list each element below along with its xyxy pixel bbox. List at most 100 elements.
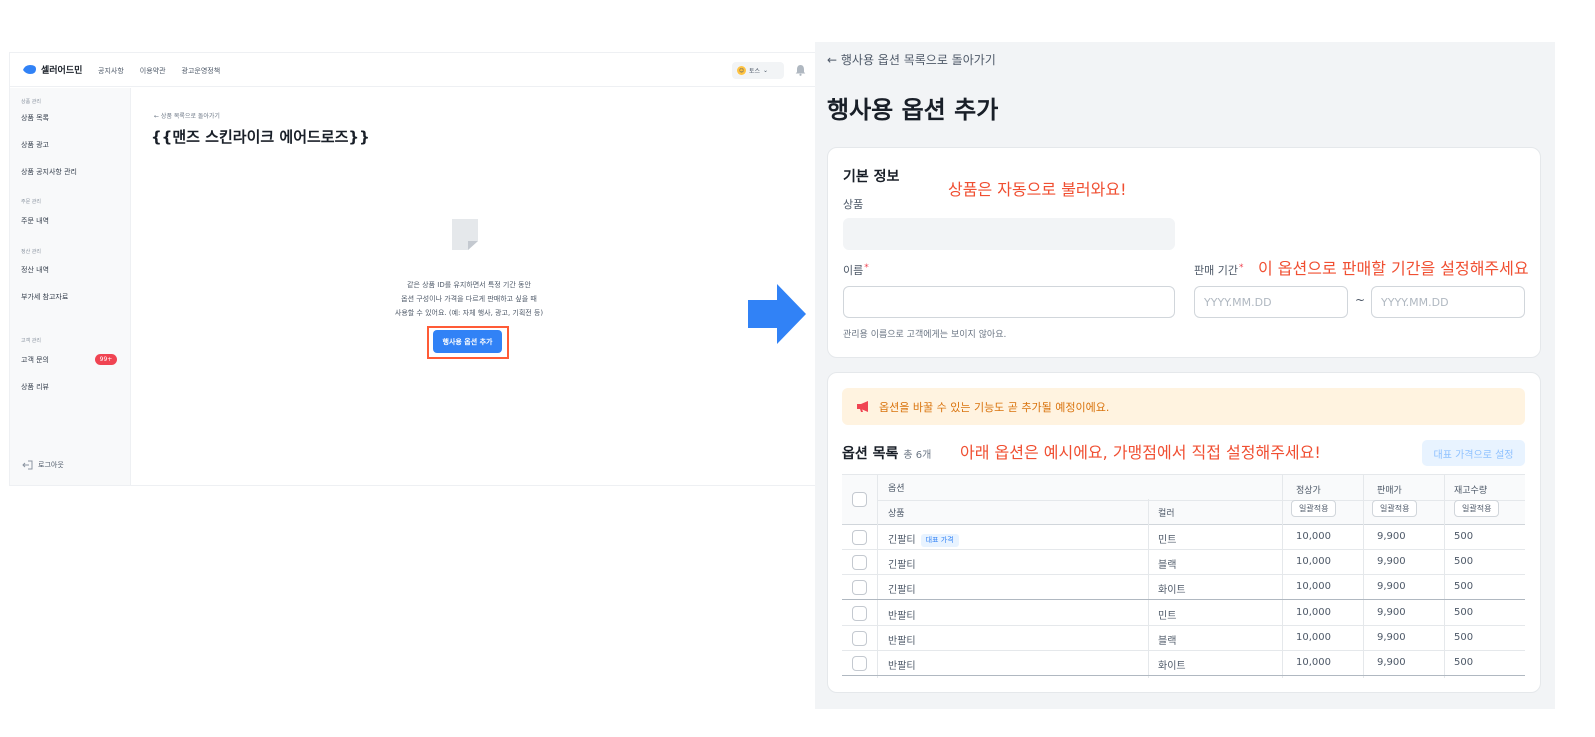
product-name: 긴팔티 <box>888 535 916 546</box>
name-input[interactable] <box>843 286 1175 318</box>
sidebar-item-orders[interactable]: 주문 내역 <box>21 216 49 226</box>
add-event-option-button[interactable]: 행사용 옵션 추가 <box>433 330 502 353</box>
table-header: 옵션 상품 컬러 정상가 일괄적용 판매가 일괄적용 재고수량 일괄적용 <box>842 474 1525 525</box>
sidebar-item-settlement[interactable]: 정산 내역 <box>21 265 49 275</box>
arrow-right-icon <box>748 284 806 344</box>
sidebar-group-product: 상품 관리 <box>21 99 41 105</box>
table-row: 반팔티 블랙 10,000 9,900 500 <box>842 626 1525 651</box>
annotation-period: 이 옵션으로 판매할 기간을 설정해주세요 <box>1258 259 1529 278</box>
table-row: 반팔티 민트 10,000 9,900 500 <box>842 601 1525 626</box>
row-checkbox[interactable] <box>852 555 867 570</box>
cell-regular-price[interactable]: 10,000 <box>1296 556 1331 567</box>
cell-sale-price[interactable]: 9,900 <box>1377 581 1406 592</box>
annotation-product-auto: 상품은 자동으로 불러와요! <box>948 180 1127 199</box>
bulk-apply-sale-button[interactable]: 일괄적용 <box>1372 500 1418 517</box>
start-date-input[interactable]: YYYY.MM.DD <box>1194 286 1348 318</box>
representative-price-tag: 대표 가격 <box>920 534 959 547</box>
nav-ad-policy[interactable]: 광고운영정책 <box>182 66 221 76</box>
cell-product: 반팔티 <box>888 661 916 672</box>
logo-icon <box>23 65 36 74</box>
basic-info-heading: 기본 정보 <box>843 169 900 185</box>
header-divider <box>877 500 1525 501</box>
cell-stock[interactable]: 500 <box>1454 632 1473 643</box>
logout-icon <box>22 460 33 470</box>
alert-text: 옵션을 바꿀 수 있는 기능도 곧 추가될 예정이에요. <box>879 400 1110 414</box>
header-regular-price: 정상가 <box>1296 486 1321 496</box>
row-checkbox[interactable] <box>852 580 867 595</box>
user-avatar: ☺ <box>737 66 746 75</box>
row-checkbox[interactable] <box>852 530 867 545</box>
cell-product: 긴팔티 <box>888 560 916 571</box>
cell-sale-price[interactable]: 9,900 <box>1377 632 1406 643</box>
nav-notice[interactable]: 공지사항 <box>98 66 124 76</box>
cell-regular-price[interactable]: 10,000 <box>1296 657 1331 668</box>
cell-sale-price[interactable]: 9,900 <box>1377 556 1406 567</box>
sidebar-item-product-list[interactable]: 상품 목록 <box>21 113 49 123</box>
seller-admin-screen: 셀러어드민 공지사항 이용약관 광고운영정책 ☺ 토스 ⌄ 상품 관리 상품 목… <box>9 52 817 486</box>
top-nav: 공지사항 이용약관 광고운영정책 <box>98 66 220 76</box>
set-representative-price-button[interactable]: 대표 가격으로 설정 <box>1422 440 1525 466</box>
bell-icon[interactable] <box>795 64 806 76</box>
cell-color: 화이트 <box>1158 661 1186 672</box>
product-field <box>843 218 1175 250</box>
cell-stock[interactable]: 500 <box>1454 657 1473 668</box>
inquiry-count-badge: 99+ <box>95 354 117 365</box>
row-checkbox[interactable] <box>852 606 867 621</box>
cell-product: 반팔티 <box>888 636 916 647</box>
cell-stock[interactable]: 500 <box>1454 581 1473 592</box>
date-range-separator: ~ <box>1355 293 1366 307</box>
top-bar: 셀러어드민 공지사항 이용약관 광고운영정책 ☺ 토스 ⌄ <box>10 53 816 87</box>
cell-sale-price[interactable]: 9,900 <box>1377 531 1406 542</box>
back-to-options-link[interactable]: ← 행사용 옵션 목록으로 돌아가기 <box>827 51 996 68</box>
sidebar-item-vat[interactable]: 부가세 참고자료 <box>21 292 68 302</box>
cell-product: 반팔티 <box>888 611 916 622</box>
upcoming-feature-alert: 옵션을 바꿀 수 있는 기능도 곧 추가될 예정이에요. <box>842 388 1525 425</box>
user-menu[interactable]: ☺ 토스 ⌄ <box>732 62 784 79</box>
sidebar-item-reviews[interactable]: 상품 리뷰 <box>21 382 49 392</box>
table-row: 긴팔티 블랙 10,000 9,900 500 <box>842 550 1525 575</box>
user-name: 토스 <box>749 68 761 75</box>
logout-label: 로그아웃 <box>38 461 64 469</box>
empty-desc-line: 사용할 수 있어요. (예: 자체 행사, 광고, 기획전 등) <box>394 309 544 317</box>
option-list-card: 옵션을 바꿀 수 있는 기능도 곧 추가될 예정이에요. 옵션 목록 총 6개 … <box>827 372 1541 693</box>
row-checkbox[interactable] <box>852 631 867 646</box>
page-title: 행사용 옵션 추가 <box>827 96 999 124</box>
cell-color: 블랙 <box>1158 636 1177 647</box>
cell-stock[interactable]: 500 <box>1454 556 1473 567</box>
sidebar-item-product-notice[interactable]: 상품 공지사항 관리 <box>21 167 77 177</box>
cell-sale-price[interactable]: 9,900 <box>1377 657 1406 668</box>
empty-state-description: 같은 상품 ID를 유지하면서 특정 기간 동안 옵션 구성이나 가격을 다르게… <box>324 278 614 320</box>
nav-terms[interactable]: 이용약관 <box>140 66 166 76</box>
empty-desc-line: 같은 상품 ID를 유지하면서 특정 기간 동안 <box>407 281 531 289</box>
bulk-apply-stock-button[interactable]: 일괄적용 <box>1454 500 1500 517</box>
required-mark: * <box>864 263 869 273</box>
annotation-example-options: 아래 옵션은 예시에요, 가맹점에서 직접 설정해주세요! <box>960 443 1321 462</box>
cell-product: 긴팔티 대표 가격 <box>888 531 959 547</box>
end-date-input[interactable]: YYYY.MM.DD <box>1371 286 1525 318</box>
sidebar-item-inquiry[interactable]: 고객 문의 <box>21 355 49 365</box>
cell-product: 긴팔티 <box>888 585 916 596</box>
logout-button[interactable]: 로그아웃 <box>22 460 64 470</box>
cell-regular-price[interactable]: 10,000 <box>1296 632 1331 643</box>
header-sale-price: 판매가 <box>1377 486 1402 496</box>
cell-regular-price[interactable]: 10,000 <box>1296 581 1331 592</box>
sidebar-group-settlement: 정산 관리 <box>21 249 41 255</box>
cell-regular-price[interactable]: 10,000 <box>1296 531 1331 542</box>
back-to-products-link[interactable]: ← 상품 목록으로 돌아가기 <box>154 111 220 120</box>
megaphone-icon <box>857 401 868 412</box>
cell-color: 민트 <box>1158 535 1177 546</box>
option-list-header: 옵션 목록 총 6개 <box>842 443 931 463</box>
main-content: ← 상품 목록으로 돌아가기 {{맨즈 스킨라이크 에어드로즈}} 같은 상품 … <box>132 88 816 485</box>
bulk-apply-regular-button[interactable]: 일괄적용 <box>1291 500 1337 517</box>
select-all-checkbox[interactable] <box>852 492 867 507</box>
logo[interactable]: 셀러어드민 <box>22 63 82 76</box>
cell-regular-price[interactable]: 10,000 <box>1296 607 1331 618</box>
sidebar-item-product-ad[interactable]: 상품 광고 <box>21 140 49 150</box>
header-stock: 재고수량 <box>1454 486 1488 496</box>
cell-stock[interactable]: 500 <box>1454 531 1473 542</box>
name-label-text: 이름 <box>843 264 864 277</box>
cell-stock[interactable]: 500 <box>1454 607 1473 618</box>
period-label-text: 판매 기간 <box>1194 264 1238 277</box>
cell-sale-price[interactable]: 9,900 <box>1377 607 1406 618</box>
row-checkbox[interactable] <box>852 656 867 671</box>
